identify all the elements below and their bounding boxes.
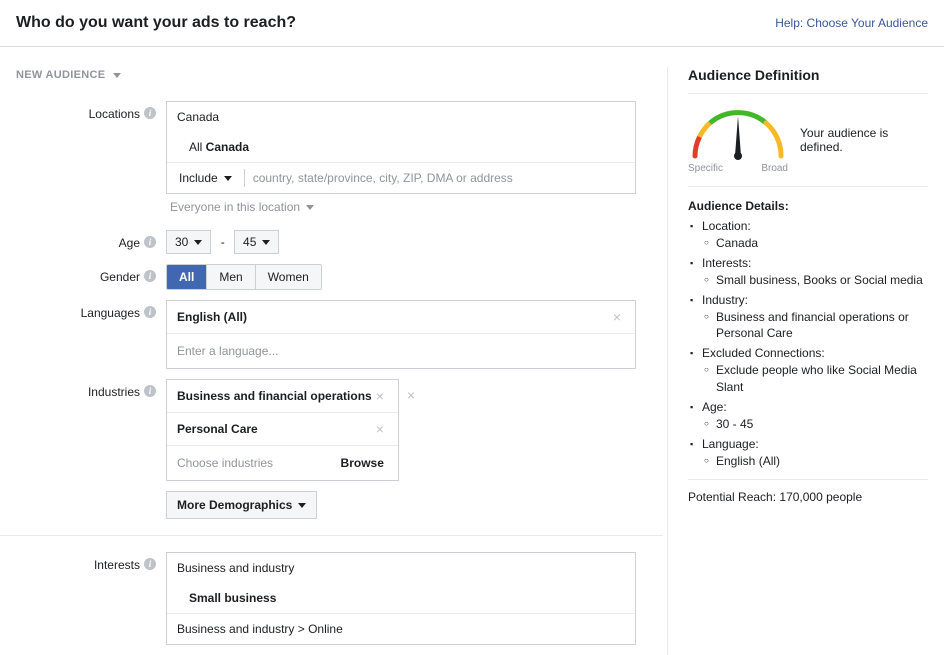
browse-button[interactable]: Browse <box>337 456 388 470</box>
chevron-down-icon <box>194 240 202 245</box>
age-label: Age i <box>16 230 166 254</box>
divider <box>0 535 663 536</box>
info-icon[interactable]: i <box>144 306 156 318</box>
gender-women[interactable]: Women <box>256 265 321 289</box>
help-link[interactable]: Help: Choose Your Audience <box>775 16 928 30</box>
detail-item: Industry:Business and financial operatio… <box>688 293 928 343</box>
audience-details: Audience Details: Location:CanadaInteres… <box>688 199 928 469</box>
chevron-down-icon <box>306 205 314 210</box>
info-icon[interactable]: i <box>144 270 156 282</box>
detail-subitem: Exclude people who like Social Media Sla… <box>702 362 928 396</box>
location-all-item[interactable]: All Canada <box>167 132 635 162</box>
industry-token[interactable]: Personal Care × <box>167 412 398 445</box>
chevron-down-icon <box>298 503 306 508</box>
location-country: Canada <box>177 110 625 124</box>
industry-token[interactable]: Business and financial operations × <box>167 380 398 412</box>
locations-label: Locations i <box>16 101 166 220</box>
everyone-dropdown[interactable]: Everyone in this location <box>166 194 318 220</box>
industries-input[interactable] <box>177 454 337 472</box>
audience-definition-panel: Audience Definition Specific Broad Your … <box>668 67 928 655</box>
remove-section-icon[interactable]: × <box>407 379 415 403</box>
interest-breadcrumb: Business and industry > Online <box>177 622 625 636</box>
languages-box: English (All) × <box>166 300 636 369</box>
potential-reach: Potential Reach: 170,000 people <box>688 479 928 504</box>
languages-label: Languages i <box>16 300 166 369</box>
gender-men[interactable]: Men <box>207 265 255 289</box>
chevron-down-icon <box>262 240 270 245</box>
detail-subitem: 30 - 45 <box>702 416 928 433</box>
include-dropdown[interactable]: Include <box>175 169 236 187</box>
interest-token[interactable]: Small business <box>167 583 635 613</box>
audience-gauge: Specific Broad <box>688 106 788 174</box>
detail-subitem: Small business, Books or Social media <box>702 272 928 289</box>
gender-all[interactable]: All <box>167 265 207 289</box>
detail-subitem: English (All) <box>702 453 928 470</box>
detail-item: Location:Canada <box>688 219 928 252</box>
audience-status-text: Your audience is defined. <box>800 126 928 154</box>
age-max-select[interactable]: 45 <box>234 230 279 254</box>
detail-subitem: Business and financial operations or Per… <box>702 309 928 343</box>
more-demographics-button[interactable]: More Demographics <box>166 491 317 519</box>
info-icon[interactable]: i <box>144 558 156 570</box>
industries-box: Business and financial operations × Pers… <box>166 379 399 481</box>
detail-subitem: Canada <box>702 235 928 252</box>
interest-group: Business and industry <box>177 561 625 575</box>
location-input[interactable] <box>253 169 627 187</box>
detail-item: Language:English (All) <box>688 437 928 470</box>
industries-label: Industries i <box>16 379 166 481</box>
info-icon[interactable]: i <box>144 385 156 397</box>
age-min-select[interactable]: 30 <box>166 230 211 254</box>
gauge-specific-label: Specific <box>688 163 723 174</box>
detail-item: Excluded Connections:Exclude people who … <box>688 346 928 396</box>
gauge-broad-label: Broad <box>761 163 788 174</box>
page-title: Who do you want your ads to reach? <box>16 14 296 32</box>
close-icon[interactable]: × <box>372 388 388 404</box>
interests-label: Interests i <box>16 552 166 645</box>
definition-title: Audience Definition <box>688 67 928 83</box>
language-token[interactable]: English (All) × <box>167 301 635 333</box>
locations-box: Canada All Canada Include <box>166 101 636 194</box>
info-icon[interactable]: i <box>144 236 156 248</box>
info-icon[interactable]: i <box>144 107 156 119</box>
language-input[interactable] <box>177 342 625 360</box>
gender-label: Gender i <box>16 264 166 290</box>
detail-item: Interests:Small business, Books or Socia… <box>688 256 928 289</box>
close-icon[interactable]: × <box>609 309 625 325</box>
close-icon[interactable]: × <box>372 421 388 437</box>
new-audience-dropdown[interactable]: NEW AUDIENCE <box>16 69 121 81</box>
interests-box: Business and industry Small business Bus… <box>166 552 636 645</box>
detail-item: Age:30 - 45 <box>688 400 928 433</box>
chevron-down-icon <box>113 73 121 78</box>
gender-toggle: All Men Women <box>166 264 322 290</box>
chevron-down-icon <box>224 176 232 181</box>
page-header: Who do you want your ads to reach? Help:… <box>0 0 944 47</box>
